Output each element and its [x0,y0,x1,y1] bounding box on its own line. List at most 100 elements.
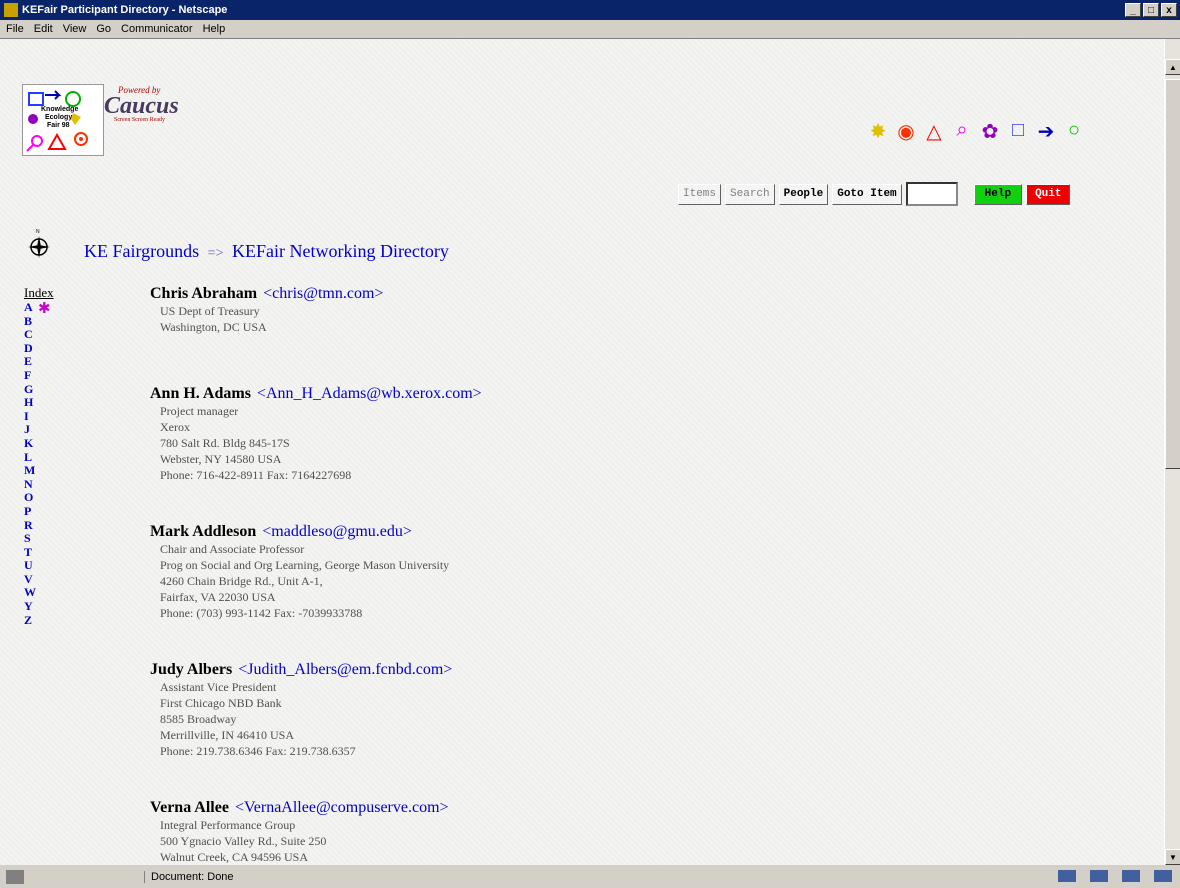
compass-icon[interactable]: N [24,227,54,263]
spiral-icon[interactable]: ◉ [892,119,920,144]
top-icon-bar: ✸ ◉ △ ⌕ ✿ □ ➔ ○ [864,119,1088,144]
logo-text-1: Knowledge [41,106,78,113]
window-title: KEFair Participant Directory - Netscape [22,4,228,16]
scroll-down-icon[interactable]: ▼ [1165,849,1180,865]
participant-heading: Chris Abraham <chris@tmn.com> [150,285,383,303]
participant-heading: Mark Addleson <maddleso@gmu.edu> [150,523,449,541]
mail-icon[interactable] [1090,870,1108,882]
index-letter-k[interactable]: K [24,436,54,451]
goto-item-button[interactable]: Goto Item [832,183,902,205]
breadcrumb-current-link[interactable]: KEFair Networking Directory [232,241,449,261]
index-letter-j[interactable]: J [24,423,54,437]
people-button[interactable]: People [778,183,829,205]
caucus-name: Caucus [104,93,179,119]
participant-detail-line: Washington, DC USA [160,320,267,334]
participant-email-link[interactable]: <Judith_Albers@em.fcnbd.com> [238,661,452,678]
participant-detail-line: Chair and Associate Professor [160,542,305,556]
menu-file[interactable]: File [6,23,24,35]
magnifier-icon[interactable]: ⌕ [948,119,976,144]
participant-name: Chris Abraham [150,285,258,302]
participant-email-link[interactable]: <Ann_H_Adams@wb.xerox.com> [257,385,482,402]
index-letter-s[interactable]: S [24,531,54,546]
participant-email-link[interactable]: <maddleso@gmu.edu> [262,523,412,540]
window-title-bar: KEFair Participant Directory - Netscape … [0,0,1180,20]
participant-detail-line: 4260 Chain Bridge Rd., Unit A-1, [160,574,323,588]
knowledge-ecology-fair-logo[interactable]: Knowledge Ecology Fair 98 [22,84,104,156]
index-letter-o[interactable]: O [24,491,54,505]
items-button[interactable]: Items [678,183,722,205]
flower-icon[interactable]: ✿ [976,119,1004,144]
index-letter-w[interactable]: W [24,586,54,600]
participant-detail-line: Assistant Vice President [160,680,277,694]
participant-heading: Ann H. Adams <Ann_H_Adams@wb.xerox.com> [150,385,482,403]
security-lock-icon[interactable] [6,870,24,884]
star-icon[interactable]: ✸ [864,119,892,144]
participant-name: Ann H. Adams [150,385,251,402]
index-letter-v[interactable]: V [24,572,54,587]
menu-go[interactable]: Go [96,23,111,35]
participant-name: Mark Addleson [150,523,257,540]
help-button[interactable]: Help [973,183,1023,205]
square-icon[interactable]: □ [1004,119,1032,144]
participant-heading: Verna Allee <VernaAllee@compuserve.com> [150,799,449,817]
index-letter-m[interactable]: M [24,464,54,478]
participant-detail-line: Xerox [160,420,190,434]
index-letter-e[interactable]: E [24,355,54,369]
participant-entry: Judy Albers <Judith_Albers@em.fcnbd.com> A… [150,661,452,759]
navigator-icon[interactable] [1058,870,1076,882]
search-button[interactable]: Search [725,183,775,205]
breadcrumb-root-link[interactable]: KE Fairgrounds [84,241,199,261]
arrow-icon[interactable]: ➔ [1032,119,1060,144]
index-letter-y[interactable]: Y [24,599,54,614]
participant-name: Verna Allee [150,799,229,816]
maximize-button[interactable]: □ [1143,3,1159,17]
index-letter-c[interactable]: C [24,328,54,342]
participant-detail-line: Walnut Creek, CA 94596 USA [160,850,309,864]
minimize-button[interactable]: _ [1125,3,1141,17]
index-letter-n[interactable]: N [24,477,54,492]
index-letter-f[interactable]: F [24,368,54,383]
menu-edit[interactable]: Edit [34,23,53,35]
caucus-logo[interactable]: Powered by Caucus Screen Screen Ready [104,85,194,123]
index-letter-i[interactable]: I [24,409,54,424]
participant-email-link[interactable]: <VernaAllee@compuserve.com> [235,799,449,816]
breadcrumb: KE Fairgrounds => KEFair Networking Dire… [84,241,449,262]
quit-button[interactable]: Quit [1026,183,1071,205]
composer-icon[interactable] [1154,870,1172,882]
index-letter-h[interactable]: H [24,396,54,410]
participant-entry: Mark Addleson <maddleso@gmu.edu> Chair and… [150,523,449,621]
caucus-subtext: Screen Screen Ready [114,117,165,123]
page-content: Knowledge Ecology Fair 98 Powered by Cau… [0,39,1164,865]
svg-text:N: N [36,229,40,235]
index-letter-g[interactable]: G [24,382,54,397]
index-letter-t[interactable]: T [24,545,54,560]
index-letter-z[interactable]: Z [24,613,54,628]
index-letter-r[interactable]: R [24,518,54,533]
vertical-scrollbar[interactable]: ▲ ▼ [1164,39,1180,865]
participant-detail-line: Fairfax, VA 22030 USA [160,590,276,604]
participant-detail-line: Merrillville, IN 46410 USA [160,728,294,742]
index-letter-p[interactable]: P [24,504,54,519]
index-letter-u[interactable]: U [24,559,54,573]
participant-detail-line: 500 Ygnacio Valley Rd., Suite 250 [160,834,327,848]
menu-communicator[interactable]: Communicator [121,23,193,35]
menu-view[interactable]: View [63,23,87,35]
close-button[interactable]: x [1161,3,1177,17]
logo-text-3: Fair 98 [47,122,70,129]
triangle-icon[interactable]: △ [920,119,948,144]
menu-help[interactable]: Help [203,23,226,35]
participant-detail-line: 780 Salt Rd. Bldg 845-17S [160,436,290,450]
status-text: Document: Done [144,871,234,883]
participant-detail-line: Integral Performance Group [160,818,296,832]
discussion-icon[interactable] [1122,870,1140,882]
participant-entry: Chris Abraham <chris@tmn.com> US Dept of T… [150,285,383,335]
toolbar: Items Search People Goto Item Help Quit [678,182,1071,206]
goto-item-input[interactable] [905,182,958,206]
scroll-thumb[interactable] [1165,79,1180,469]
participant-email-link[interactable]: <chris@tmn.com> [263,285,383,302]
index-letter-d[interactable]: D [24,341,54,356]
scroll-up-icon[interactable]: ▲ [1165,59,1180,75]
circle-icon[interactable]: ○ [1060,119,1088,144]
index-letter-l[interactable]: L [24,450,54,465]
participant-detail-line: US Dept of Treasury [160,304,260,318]
